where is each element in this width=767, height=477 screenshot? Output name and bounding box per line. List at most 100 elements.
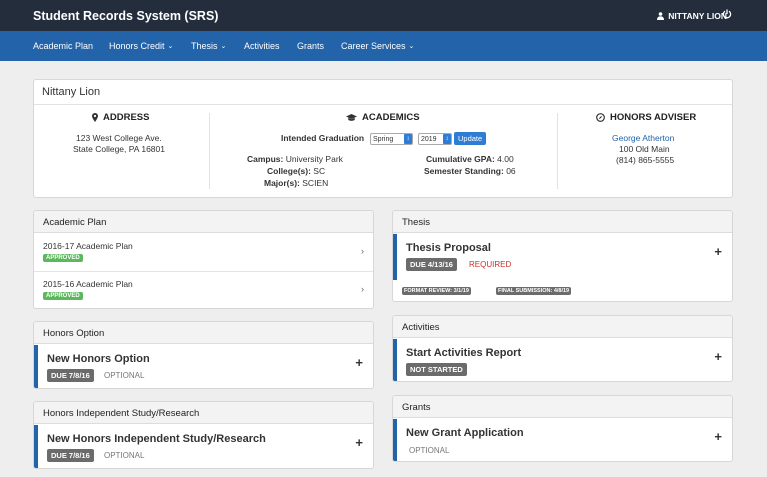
nav-label: Grants xyxy=(297,41,325,51)
panel-title: Honors Option xyxy=(34,322,373,344)
item-title: Start Activities Report xyxy=(406,347,522,359)
graduation-term-select[interactable]: Spring ↕ xyxy=(370,133,413,145)
gpa-line: Cumulative GPA: 4.00 xyxy=(426,154,514,164)
gpa-label: Cumulative GPA: xyxy=(426,154,495,164)
user-menu[interactable]: NITTANY LION xyxy=(657,11,727,21)
requirement-note: OPTIONAL xyxy=(104,371,145,380)
independent-study-item[interactable]: New Honors Independent Study/Research DU… xyxy=(34,425,373,468)
address-heading: ADDRESS xyxy=(92,112,149,123)
campus-value: University Park xyxy=(285,154,343,164)
address-line-2: State College, PA 16801 xyxy=(73,144,165,154)
column-divider xyxy=(209,113,210,189)
grant-application-item[interactable]: New Grant Application OPTIONAL + xyxy=(393,419,732,461)
chevron-down-icon: ⌄ xyxy=(167,42,174,50)
format-review-badge: FORMAT REVIEW: 3/1/19 xyxy=(402,287,471,295)
term-value: Spring xyxy=(373,135,394,143)
panel-title: Thesis xyxy=(393,211,732,233)
requirement-note: OPTIONAL xyxy=(104,451,145,460)
app-title[interactable]: Student Records System (SRS) xyxy=(33,9,218,23)
top-bar: Student Records System (SRS) NITTANY LIO… xyxy=(0,0,767,31)
panel-title: Honors Independent Study/Research xyxy=(34,402,373,424)
adviser-office: 100 Old Main xyxy=(619,144,670,154)
panel-title: Grants xyxy=(393,396,732,418)
college-label: College(s): xyxy=(267,166,311,176)
thesis-proposal-item[interactable]: Thesis Proposal DUE 4/13/16 REQUIRED + xyxy=(393,234,732,280)
plan-label: 2016-17 Academic Plan xyxy=(43,241,133,251)
status-badge: APPROVED xyxy=(43,292,83,300)
power-icon[interactable] xyxy=(722,9,732,19)
academics-heading: ACADEMICS xyxy=(346,112,420,123)
adviser-name-link[interactable]: George Atherton xyxy=(612,133,674,143)
nav-academic-plan[interactable]: Academic Plan xyxy=(33,41,93,51)
compass-icon xyxy=(596,113,605,122)
standing-line: Semester Standing: 06 xyxy=(424,166,516,176)
add-icon[interactable]: + xyxy=(714,429,722,444)
status-badge: NOT STARTED xyxy=(406,363,467,376)
user-name: NITTANY LION xyxy=(668,11,727,21)
add-icon[interactable]: + xyxy=(714,244,722,259)
activities-panel: Activities Start Activities Report NOT S… xyxy=(392,315,733,382)
nav-activities[interactable]: Activities xyxy=(244,41,280,51)
major-line: Major(s): SCIEN xyxy=(264,178,328,188)
activities-report-item[interactable]: Start Activities Report NOT STARTED + xyxy=(393,339,732,381)
academic-plan-panel: Academic Plan 2016-17 Academic Plan APPR… xyxy=(33,210,374,309)
add-icon[interactable]: + xyxy=(355,435,363,450)
academic-plan-row[interactable]: 2015-16 Academic Plan APPROVED › xyxy=(34,272,373,308)
map-marker-icon xyxy=(92,113,98,122)
chevron-right-icon: › xyxy=(361,246,364,256)
chevron-down-icon: ⌄ xyxy=(408,42,415,50)
major-label: Major(s): xyxy=(264,178,300,188)
adviser-title: HONORS ADVISER xyxy=(610,112,697,123)
profile-panel: Nittany Lion ADDRESS 123 West College Av… xyxy=(33,79,733,198)
add-icon[interactable]: + xyxy=(355,355,363,370)
column-divider xyxy=(557,113,558,189)
select-arrow-icon: ↕ xyxy=(443,134,451,144)
due-badge: DUE 7/8/16 xyxy=(47,369,94,382)
nav-label: Thesis xyxy=(191,41,218,51)
intended-graduation-label: Intended Graduation xyxy=(281,133,365,143)
requirement-note: OPTIONAL xyxy=(409,446,450,455)
nav-grants[interactable]: Grants xyxy=(297,41,324,51)
graduation-year-select[interactable]: 2019 ↕ xyxy=(418,133,452,145)
due-badge: DUE 4/13/16 xyxy=(406,258,457,271)
major-value: SCIEN xyxy=(302,178,329,188)
nav-label: Career Services xyxy=(341,41,406,51)
independent-study-panel: Honors Independent Study/Research New Ho… xyxy=(33,401,374,469)
gpa-value: 4.00 xyxy=(497,154,514,164)
status-badge: APPROVED xyxy=(43,254,83,262)
main-nav: Academic Plan Honors Credit ⌄ Thesis ⌄ Act… xyxy=(0,31,767,61)
standing-label: Semester Standing: xyxy=(424,166,504,176)
thesis-panel: Thesis Thesis Proposal DUE 4/13/16 REQUI… xyxy=(392,210,733,302)
student-name: Nittany Lion xyxy=(42,86,101,98)
item-title: New Grant Application xyxy=(406,427,524,439)
honors-option-panel: Honors Option New Honors Option DUE 7/8/… xyxy=(33,321,374,389)
panel-title: Academic Plan xyxy=(34,211,373,233)
nav-label: Activities xyxy=(244,41,280,51)
nav-career-services[interactable]: Career Services ⌄ xyxy=(341,41,414,51)
panel-title: Activities xyxy=(393,316,732,338)
update-button[interactable]: Update xyxy=(454,132,487,145)
campus-label: Campus: xyxy=(247,154,284,164)
add-icon[interactable]: + xyxy=(714,349,722,364)
final-submission-badge: FINAL SUBMISSION: 4/8/19 xyxy=(496,287,572,295)
academics-title: ACADEMICS xyxy=(362,112,420,123)
divider xyxy=(34,104,732,105)
standing-value: 06 xyxy=(506,166,516,176)
adviser-phone: (814) 865-5555 xyxy=(616,155,675,165)
address-title: ADDRESS xyxy=(103,112,150,123)
academic-plan-row[interactable]: 2016-17 Academic Plan APPROVED › xyxy=(34,234,373,272)
grants-panel: Grants New Grant Application OPTIONAL + xyxy=(392,395,733,462)
college-line: College(s): SC xyxy=(267,166,325,176)
due-badge: DUE 7/8/16 xyxy=(47,449,94,462)
campus-line: Campus: University Park xyxy=(247,154,343,164)
chevron-down-icon: ⌄ xyxy=(220,42,227,50)
chevron-right-icon: › xyxy=(361,284,364,294)
adviser-heading: HONORS ADVISER xyxy=(596,112,696,123)
honors-option-item[interactable]: New Honors Option DUE 7/8/16 OPTIONAL + xyxy=(34,345,373,388)
item-title: New Honors Independent Study/Research xyxy=(47,433,266,445)
nav-label: Honors Credit xyxy=(109,41,165,51)
nav-honors-credit[interactable]: Honors Credit ⌄ xyxy=(109,41,173,51)
college-value: SC xyxy=(313,166,326,176)
graduation-cap-icon xyxy=(346,113,357,121)
nav-thesis[interactable]: Thesis ⌄ xyxy=(191,41,226,51)
